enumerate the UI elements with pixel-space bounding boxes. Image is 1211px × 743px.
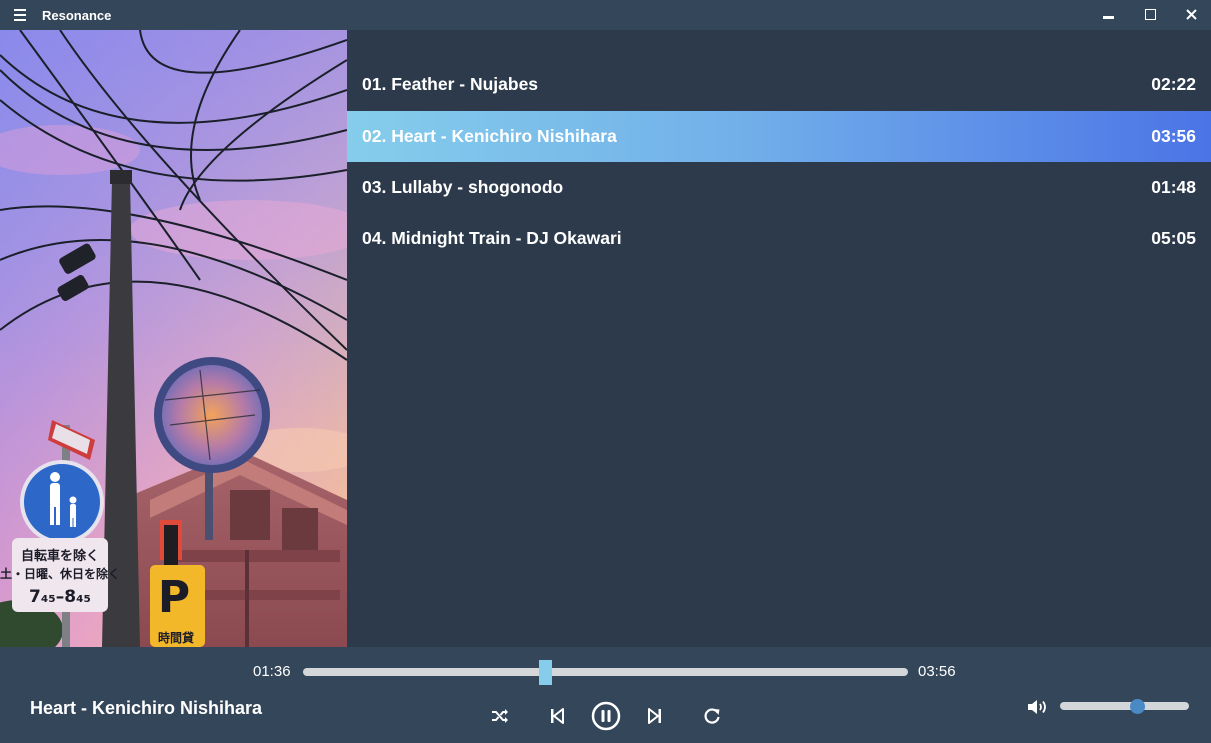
maximize-icon — [1145, 9, 1156, 20]
volume-thumb[interactable] — [1130, 699, 1146, 714]
skip-previous-icon — [551, 708, 564, 724]
seek-thumb[interactable] — [539, 660, 552, 685]
track-title: 03. Lullaby - shogonodo — [362, 177, 564, 197]
player-bar: 01:36 03:56 Heart - Kenichiro Nishihara — [0, 647, 1211, 743]
volume-icon — [1028, 700, 1046, 714]
track-item-4[interactable]: 04. Midnight Train - DJ Okawari 05:05 — [347, 213, 1211, 264]
close-button[interactable] — [1171, 0, 1211, 30]
total-time: 03:56 — [918, 663, 956, 680]
current-time: 01:36 — [253, 663, 291, 680]
sign-line-1: 自転車を除く — [21, 548, 99, 564]
minimize-button[interactable] — [1088, 0, 1128, 30]
sign-line-3: 7₄₅–8₄₅ — [29, 587, 91, 607]
track-item-2-active[interactable]: 02. Heart - Kenichiro Nishihara 03:56 — [347, 111, 1211, 162]
track-duration: 03:56 — [1151, 126, 1196, 146]
volume-slider[interactable] — [1060, 702, 1189, 710]
maximize-button[interactable] — [1131, 0, 1171, 30]
close-icon — [1186, 9, 1197, 20]
track-item-3[interactable]: 03. Lullaby - shogonodo 01:48 — [347, 162, 1211, 213]
shuffle-button[interactable] — [483, 700, 517, 732]
pause-button[interactable] — [589, 700, 623, 732]
skip-next-icon — [648, 708, 661, 724]
track-title: 01. Feather - Nujabes — [362, 74, 539, 94]
now-playing-title: Heart - Kenichiro Nishihara — [30, 698, 263, 718]
title-bar: Resonance — [0, 0, 1211, 30]
previous-button[interactable] — [540, 700, 574, 732]
parking-letter: P — [158, 572, 190, 623]
track-duration: 05:05 — [1151, 228, 1196, 248]
repeat-button[interactable] — [695, 700, 729, 732]
pause-icon — [591, 701, 621, 731]
track-item-1[interactable]: 01. Feather - Nujabes 02:22 — [347, 59, 1211, 110]
track-title: 04. Midnight Train - DJ Okawari — [362, 228, 622, 248]
track-duration: 02:22 — [1151, 74, 1196, 94]
repeat-icon — [704, 708, 720, 724]
next-button[interactable] — [638, 700, 672, 732]
seek-bar[interactable] — [303, 668, 908, 676]
parking-text: 時間貸 — [158, 630, 194, 645]
app-title: Resonance — [42, 8, 112, 23]
minimize-icon — [1103, 16, 1114, 19]
track-duration: 01:48 — [1151, 177, 1196, 197]
volume-button[interactable] — [1027, 698, 1049, 716]
sign-line-2: 土・日曜、休日を除く — [0, 566, 120, 581]
playlist: 01. Feather - Nujabes 02:22 02. Heart - … — [347, 30, 1211, 647]
album-art: 自転車を除く 土・日曜、休日を除く 7₄₅–8₄₅ P 時間貸 — [0, 30, 347, 647]
track-title: 02. Heart - Kenichiro Nishihara — [362, 126, 617, 146]
menu-icon[interactable] — [14, 9, 28, 21]
shuffle-icon — [492, 709, 508, 723]
